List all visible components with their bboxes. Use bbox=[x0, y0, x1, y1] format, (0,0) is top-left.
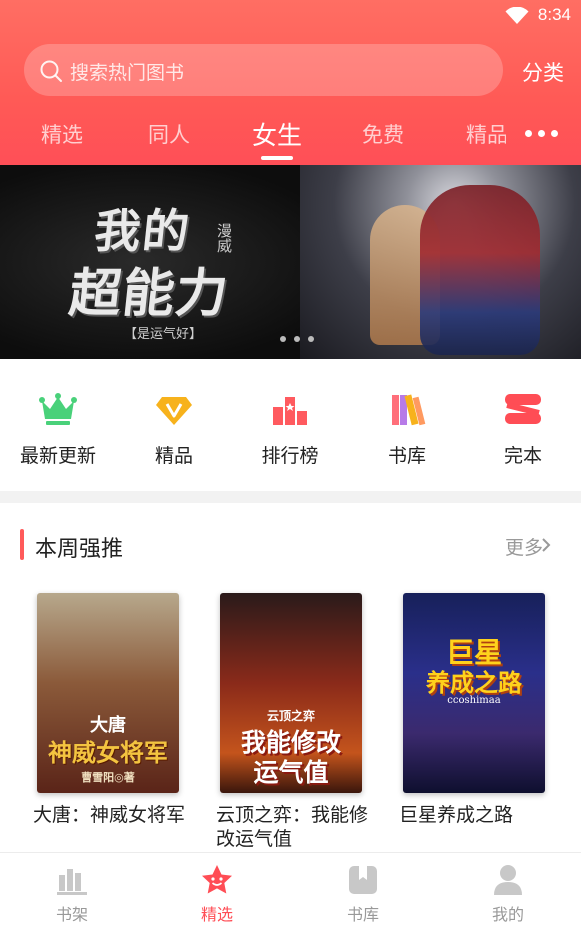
cover-author: 曹雪阳◎著 bbox=[81, 771, 135, 784]
top-tabs: 精选 同人 女生 免费 精品 bbox=[0, 116, 581, 160]
tab-premium[interactable]: 精品 bbox=[466, 119, 506, 149]
cover-subtitle: ccoshimaa bbox=[447, 695, 501, 706]
quick-nav-finished[interactable]: 完本 bbox=[465, 389, 581, 479]
cover-title-line2: 养成之路 bbox=[426, 668, 522, 697]
chevron-right-icon[interactable] bbox=[541, 537, 551, 553]
book-title[interactable]: 大唐：神威女将军 bbox=[33, 803, 193, 827]
quick-nav-library[interactable]: 书库 bbox=[349, 389, 465, 479]
quick-nav: 最新更新 精品 排行榜 书库 完本 bbox=[0, 359, 581, 491]
book-card[interactable]: 大唐 神威女将军 曹雪阳◎著 大唐：神威女将军 bbox=[33, 593, 207, 853]
search-input[interactable]: 搜索热门图书 bbox=[24, 44, 503, 96]
banner-pagination bbox=[280, 336, 320, 344]
bottom-nav: 书架 精选 书库 我的 bbox=[0, 852, 581, 930]
cover-title-line2: 运气值 bbox=[253, 758, 329, 787]
ranking-icon bbox=[273, 397, 307, 425]
banner-figure-2 bbox=[420, 185, 540, 355]
bookshelf-icon bbox=[57, 869, 87, 895]
status-bar: 8:34 bbox=[0, 0, 581, 32]
book-card[interactable]: 巨星 养成之路 ccoshimaa 巨星养成之路 bbox=[399, 593, 573, 853]
book-title[interactable]: 巨星养成之路 bbox=[399, 803, 559, 827]
tab-female[interactable]: 女生 bbox=[252, 116, 302, 152]
section-header: 本周强推 更多 bbox=[0, 503, 581, 583]
nav-bookshelf[interactable]: 书架 bbox=[22, 853, 122, 930]
quick-nav-premium[interactable]: 精品 bbox=[116, 389, 232, 479]
tab-fanfic[interactable]: 同人 bbox=[148, 119, 190, 149]
nav-featured[interactable]: 精选 bbox=[167, 853, 267, 930]
quick-nav-ranking[interactable]: 排行榜 bbox=[232, 389, 348, 479]
cover-title: 神威女将军 bbox=[48, 738, 168, 767]
banner-title-line2: 超能力 bbox=[66, 263, 232, 324]
search-placeholder: 搜索热门图书 bbox=[70, 62, 185, 84]
profile-icon bbox=[494, 865, 522, 895]
nav-label: 我的 bbox=[491, 905, 524, 924]
header: 8:34 搜索热门图书 分类 精选 同人 女生 免费 精品 bbox=[0, 0, 581, 165]
banner-tag: 漫威 bbox=[215, 223, 233, 253]
tab-premium-wrap: 精品 bbox=[466, 116, 506, 160]
section-divider bbox=[0, 491, 581, 503]
quick-nav-label: 书库 bbox=[387, 445, 426, 467]
nav-label: 书架 bbox=[55, 905, 88, 924]
banner[interactable]: 我的 超能力 漫威 【是运气好】 bbox=[0, 165, 581, 359]
banner-artwork bbox=[300, 165, 581, 359]
section-accent-bar bbox=[20, 529, 24, 560]
tab-indicator bbox=[261, 156, 293, 160]
book-cover[interactable]: 巨星 养成之路 ccoshimaa bbox=[403, 593, 545, 793]
more-dots-icon[interactable] bbox=[525, 130, 559, 138]
quick-nav-label: 完本 bbox=[503, 445, 542, 467]
quick-nav-label: 排行榜 bbox=[261, 445, 319, 467]
tab-free[interactable]: 免费 bbox=[362, 119, 404, 149]
section-title: 本周强推 bbox=[35, 537, 124, 562]
category-button[interactable]: 分类 bbox=[522, 57, 564, 87]
book-title[interactable]: 云顶之弈：我能修改运气值 bbox=[216, 803, 376, 851]
section-more-link[interactable]: 更多 bbox=[505, 533, 543, 560]
library-icon bbox=[349, 866, 377, 894]
tab-featured[interactable]: 精选 bbox=[41, 119, 83, 149]
book-card[interactable]: 云顶之弈 我能修改 运气值 云顶之弈：我能修改运气值 bbox=[216, 593, 390, 853]
featured-icon bbox=[202, 865, 232, 894]
nav-label: 书库 bbox=[346, 905, 379, 924]
quick-nav-latest[interactable]: 最新更新 bbox=[0, 389, 116, 479]
nav-library[interactable]: 书库 bbox=[313, 853, 413, 930]
crown-icon bbox=[39, 393, 77, 425]
quick-nav-label: 精品 bbox=[154, 445, 193, 467]
finished-icon bbox=[505, 394, 541, 424]
nav-label: 精选 bbox=[200, 905, 233, 924]
search-icon bbox=[40, 60, 62, 82]
cover-prefix: 云顶之弈 bbox=[266, 709, 315, 723]
diamond-icon bbox=[156, 397, 192, 425]
book-cover[interactable]: 云顶之弈 我能修改 运气值 bbox=[220, 593, 362, 793]
quick-nav-label: 最新更新 bbox=[19, 445, 96, 467]
nav-profile[interactable]: 我的 bbox=[458, 853, 558, 930]
status-time: 8:34 bbox=[537, 5, 571, 24]
books-icon bbox=[392, 394, 426, 426]
banner-subtitle: 【是运气好】 bbox=[124, 327, 203, 342]
book-cover[interactable]: 大唐 神威女将军 曹雪阳◎著 bbox=[37, 593, 179, 793]
wifi-icon bbox=[505, 7, 529, 24]
